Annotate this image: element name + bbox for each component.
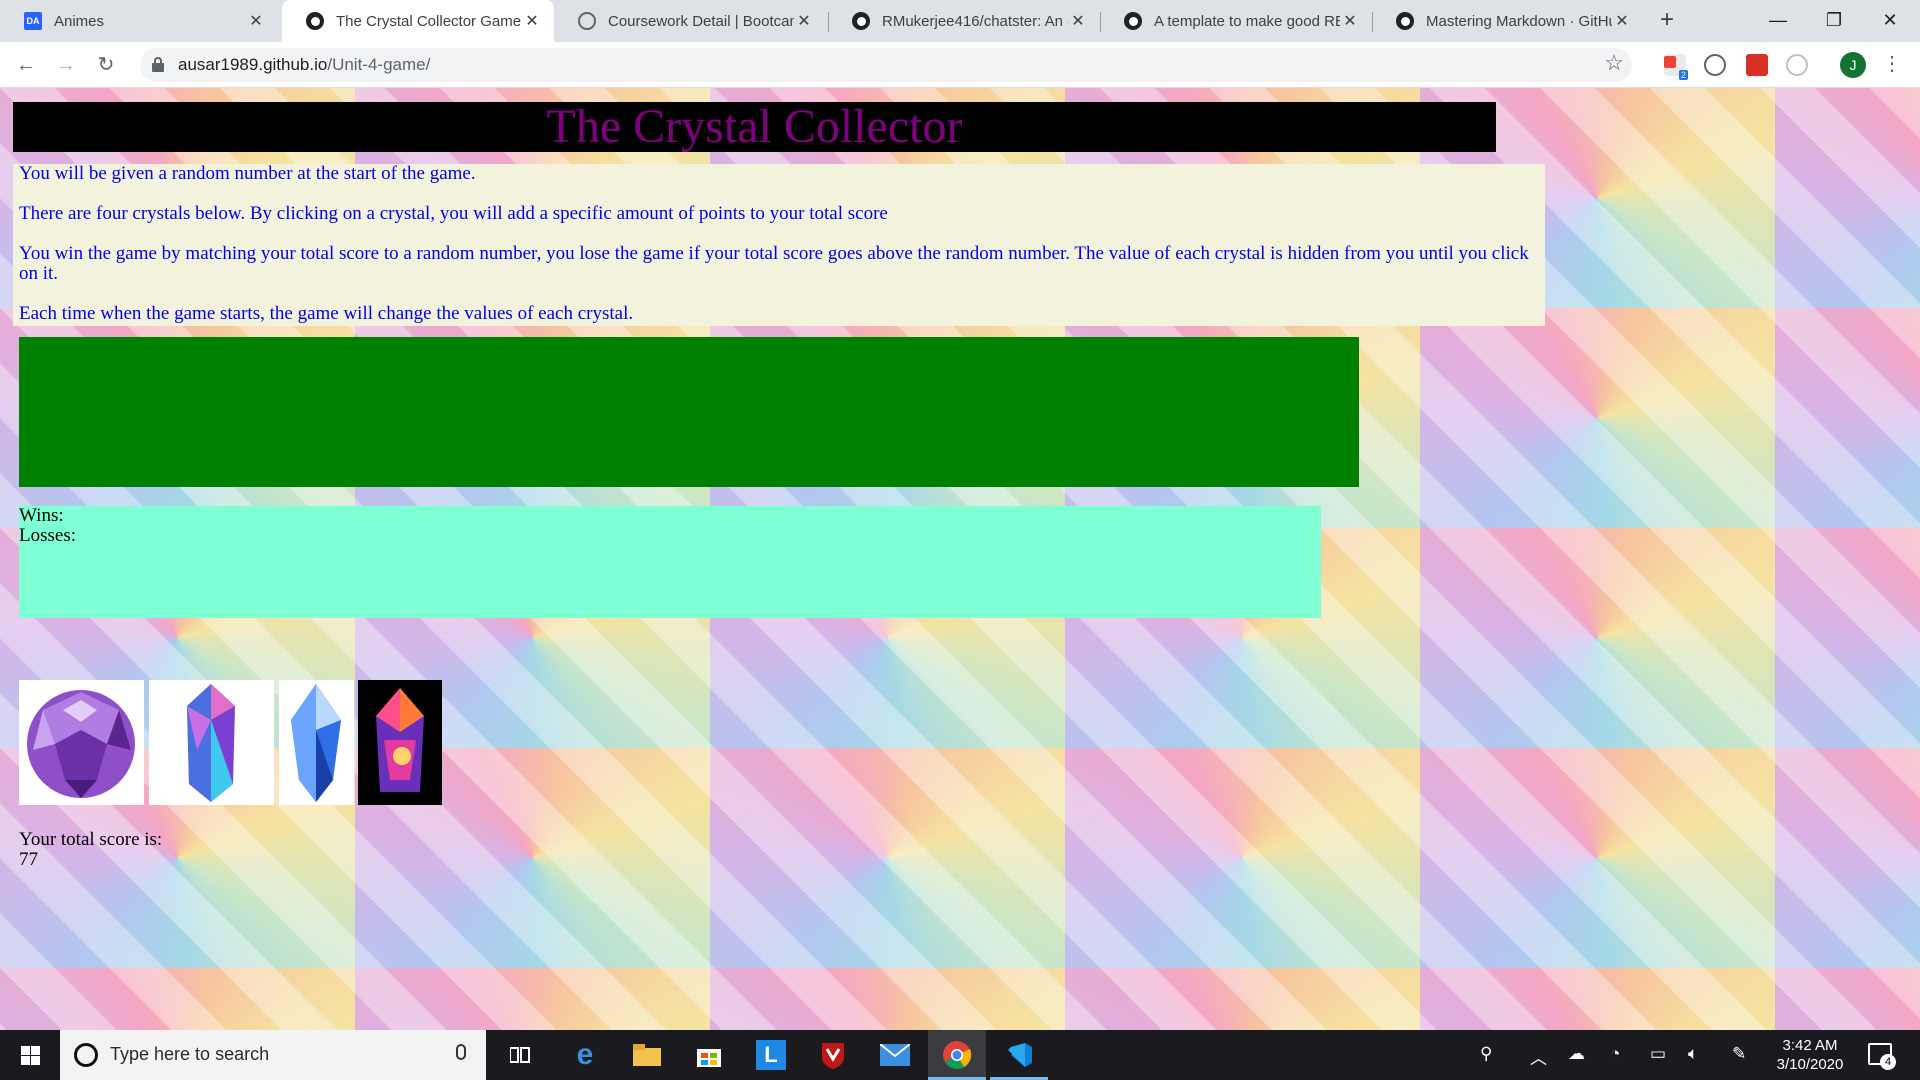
onedrive-cloud-icon[interactable]: ☁ [1568,1044,1585,1064]
address-bar[interactable]: ausar1989.github.io/Unit-4-game/ ☆ [140,48,1632,82]
globe-icon [578,12,596,30]
mail-icon[interactable] [866,1030,924,1080]
task-view-button[interactable] [492,1030,550,1080]
url-host: ausar1989.github.io [178,55,328,74]
tab-title: The Crystal Collector Game [336,12,522,30]
close-icon[interactable]: ✕ [1612,11,1632,31]
close-icon[interactable]: ✕ [522,11,542,31]
tab-crystal-collector[interactable]: The Crystal Collector Game ✕ [282,0,554,42]
taskbar-clock[interactable]: 3:42 AM 3/10/2020 [1770,1036,1850,1074]
rule-text: There are four crystals below. By clicki… [19,203,888,224]
page-title: The Crystal Collector [13,102,1496,152]
forward-button[interactable]: → [50,49,82,81]
clock-time: 3:42 AM [1782,1037,1838,1054]
page-viewport: The Crystal Collector You will be given … [0,88,1920,1030]
kebab-menu-icon[interactable]: ⋮ [1882,51,1902,76]
notification-badge: 4 [1880,1054,1896,1070]
avatar[interactable]: J [1840,52,1866,78]
close-icon[interactable]: ✕ [1068,11,1088,31]
tab-strip: DA Animes ✕ The Crystal Collector Game ✕… [0,0,1920,42]
stats-box: Wins: Losses: [19,506,1321,618]
github-icon [306,12,324,30]
tab-coursework[interactable]: Coursework Detail | Bootcam ✕ [554,0,826,42]
fire-crystal[interactable] [358,680,442,805]
volume-icon[interactable]: 🔈︎ [1688,1044,1698,1064]
lock-icon [152,57,164,72]
rule-text: You will be given a random number at the… [19,163,476,184]
violet-blue-crystal[interactable] [149,680,274,805]
windows-logo-icon [21,1046,40,1065]
clock-date: 3/10/2020 [1776,1056,1844,1073]
purple-sphere-crystal[interactable] [19,680,144,805]
pocket-icon[interactable] [1746,54,1768,76]
url-text[interactable]: ausar1989.github.io/Unit-4-game/ [178,55,430,75]
close-icon[interactable]: ✕ [246,11,266,31]
bookmark-star-icon[interactable]: ☆ [1604,50,1624,76]
extension-icon[interactable] [1786,54,1808,76]
chrome-icon[interactable] [928,1030,986,1080]
mcafee-icon[interactable] [804,1030,862,1080]
blue-crystal[interactable] [279,680,354,805]
back-button[interactable]: ← [10,49,42,81]
github-icon [1396,12,1414,30]
restore-button[interactable]: ❐ [1806,0,1862,42]
tab-mastering-markdown[interactable]: Mastering Markdown · GitHu ✕ [1372,0,1644,42]
extension-badge: 2 [1678,70,1688,80]
vscode-icon[interactable] [990,1030,1048,1080]
cortana-icon [74,1043,98,1067]
start-button[interactable] [0,1030,60,1080]
minimize-button[interactable]: — [1750,0,1806,42]
close-icon[interactable]: ✕ [1340,11,1360,31]
reload-button[interactable]: ↻ [90,49,122,81]
score-label: Your total score is: [19,829,163,850]
store-icon[interactable] [680,1030,738,1080]
score-value: 77 [19,849,38,870]
tab-title: A template to make good RE [1154,12,1340,30]
random-number-box [19,337,1359,487]
extension-icon[interactable]: 2 [1664,54,1688,80]
pen-icon[interactable]: ✎ [1732,1044,1746,1064]
window-close-button[interactable]: ✕ [1862,0,1918,42]
tab-readme-template[interactable]: A template to make good RE ✕ [1100,0,1372,42]
url-path: /Unit-4-game/ [327,55,431,74]
extension-icon[interactable] [1704,54,1726,76]
close-icon[interactable]: ✕ [794,11,814,31]
github-icon [852,12,870,30]
rules-box: You will be given a random number at the… [13,164,1545,326]
wins-label: Wins: [19,505,64,526]
l-app-icon[interactable]: L [742,1030,800,1080]
battery-icon[interactable]: ▭ [1650,1044,1666,1064]
taskbar-search-box[interactable]: Type here to search [60,1030,486,1080]
rule-text: You win the game by matching your total … [19,243,1529,284]
tab-title: Animes [54,12,105,30]
show-hidden-icons-chevron-icon[interactable]: ︿ [1530,1044,1547,1069]
browser-toolbar: ← → ↻ ausar1989.github.io/Unit-4-game/ ☆… [0,42,1920,88]
people-icon[interactable]: ⚲ [1480,1044,1492,1064]
edge-icon[interactable]: e [556,1030,614,1080]
search-placeholder: Type here to search [110,1044,270,1064]
tab-animes[interactable]: DA Animes ✕ [0,0,278,42]
tab-title: RMukerjee416/chatster: An a [882,12,1068,30]
taskbar: Type here to search e L ⚲ ︿ ☁ ◔ ▭ 🔈︎ ✎ 3… [0,1030,1920,1080]
github-icon [1124,12,1142,30]
deviantart-icon: DA [24,12,42,30]
tab-chatster[interactable]: RMukerjee416/chatster: An a ✕ [828,0,1100,42]
rule-text: Each time when the game starts, the game… [19,303,634,324]
losses-label: Losses: [19,525,76,546]
tab-title: Coursework Detail | Bootcam [608,12,794,30]
new-tab-button[interactable]: + [1652,6,1682,36]
wifi-icon[interactable]: ◔ [1610,1044,1620,1064]
tab-title: Mastering Markdown · GitHu [1426,12,1612,30]
microphone-icon[interactable] [456,1044,466,1060]
file-explorer-icon[interactable] [618,1030,676,1080]
